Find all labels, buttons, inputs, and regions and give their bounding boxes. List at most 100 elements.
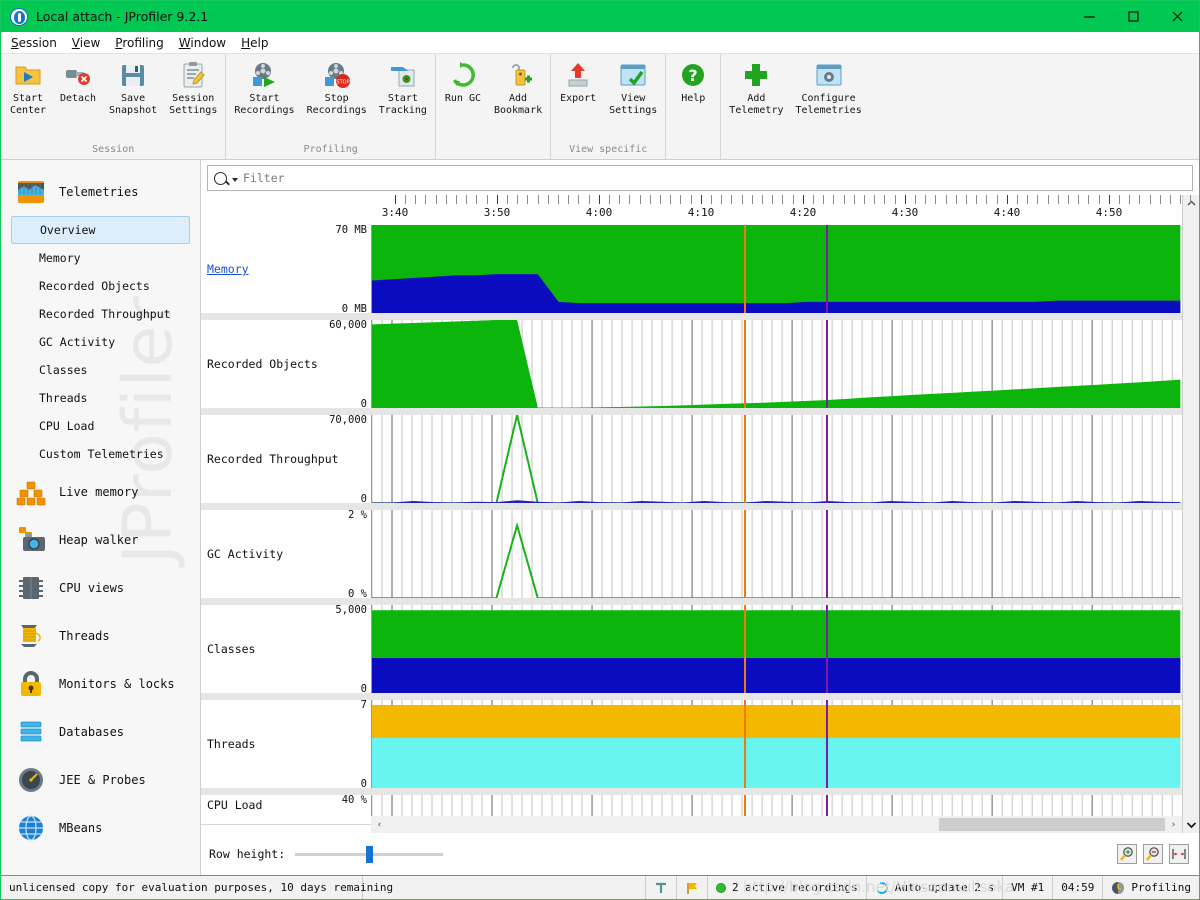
close-button[interactable] [1155,1,1199,32]
view-settings-button[interactable]: View Settings [603,60,663,116]
row-height-slider[interactable] [295,845,444,863]
start-center-button[interactable]: Start Center [3,60,53,116]
run-gc-button[interactable]: Run GC [438,60,488,105]
scroll-down-arrow-icon[interactable] [1183,816,1199,833]
bookmark-orange[interactable] [743,604,746,694]
add-telemetry-button[interactable]: Add Telemetry [723,60,789,116]
sidebar-section-monitors-locks[interactable]: Monitors & locks [1,660,200,708]
telemetries-icon [15,176,47,208]
bookmark-purple[interactable] [825,604,828,694]
sidebar-section-mbeans[interactable]: MBeans [1,804,200,852]
save-snapshot-button[interactable]: Save Snapshot [103,60,163,116]
scroll-left-arrow-icon[interactable]: ‹ [371,816,388,833]
chart-plot[interactable] [371,509,1182,599]
bookmark-orange[interactable] [743,509,746,599]
menu-profiling[interactable]: Profiling [115,36,164,50]
sidebar-item-threads[interactable]: Threads [11,384,190,412]
sidebar-item-memory[interactable]: Memory [11,244,190,272]
slider-thumb[interactable] [366,845,374,863]
bookmark-purple[interactable] [825,319,828,409]
toolbar-group-profiling: Start Recordings STOP Stop Recordings St… [226,54,436,159]
sidebar-section-live-memory[interactable]: Live memory [1,468,200,516]
time-axis-tick [894,195,896,204]
filter-input[interactable]: Filter [243,171,285,185]
add-bookmark-button[interactable]: Add Bookmark [488,60,548,116]
sidebar-item-cpu-load[interactable]: CPU Load [11,412,190,440]
bookmark-orange[interactable] [743,699,746,789]
sidebar-section-databases[interactable]: Databases [1,708,200,756]
bookmark-orange[interactable] [743,225,746,314]
time-axis-tick [884,195,886,204]
profiling-status[interactable]: Profiling [1103,876,1199,899]
chart-row-label-column: Recorded Throughput 70,000 0 [201,414,371,505]
chart-plot[interactable] [371,414,1182,504]
bookmark-purple[interactable] [825,225,828,314]
menu-view-rest: iew [79,35,101,50]
hscroll-thumb[interactable] [939,818,1165,831]
sidebar-item-recorded-throughput[interactable]: Recorded Throughput [11,300,190,328]
menu-window[interactable]: Window [179,36,226,50]
chart-plot[interactable] [371,225,1182,314]
chart-row: GC Activity 2 % 0 % [201,509,1182,600]
sidebar-item-classes[interactable]: Classes [11,356,190,384]
time-axis-tick [751,195,753,204]
session-settings-button[interactable]: Session Settings [163,60,223,116]
sidebar-section-jee-probes[interactable]: JEE & Probes [1,756,200,804]
bookmark-orange[interactable] [743,414,746,504]
zoom-out-button[interactable] [1143,844,1163,864]
sidebar-section-cpu-views[interactable]: CPU views [1,564,200,612]
detach-button[interactable]: Detach [53,60,103,105]
filter-bar[interactable]: Filter [207,165,1193,191]
horizontal-scrollbar[interactable]: ‹ › [201,816,1182,833]
stop-recordings-button[interactable]: STOP Stop Recordings [301,60,373,116]
start-tracking-button[interactable]: Start Tracking [373,60,433,116]
time-axis-tick [476,195,478,204]
bookmark-purple[interactable] [825,699,828,789]
chart-row-label[interactable]: Memory [207,262,249,276]
bookmark-flag-button[interactable] [677,876,708,899]
bookmark-orange[interactable] [743,794,746,817]
thread-marker-button[interactable] [646,876,677,899]
help-label: Help [681,93,706,104]
chart-plot[interactable] [371,794,1182,817]
fit-width-button[interactable] [1169,844,1189,864]
configure-telemetries-button[interactable]: Configure Telemetries [789,60,867,116]
export-button[interactable]: Export [553,60,603,105]
minimize-button[interactable] [1067,1,1111,32]
bookmark-purple[interactable] [825,509,828,599]
time-axis-tick [1088,195,1090,204]
active-recordings-status[interactable]: 2 active recordings [708,876,867,899]
bookmark-purple[interactable] [825,794,828,817]
maximize-button[interactable] [1111,1,1155,32]
sidebar-section-heap-walker[interactable]: Heap walker [1,516,200,564]
hscroll-track[interactable]: ‹ › [371,816,1182,833]
help-button[interactable]: ? Help [668,60,718,105]
scroll-right-arrow-icon[interactable]: › [1165,816,1182,833]
sidebar-section-threads[interactable]: Threads [1,612,200,660]
sidebar-item-recorded-objects[interactable]: Recorded Objects [11,272,190,300]
time-axis-major-tick [1007,195,1008,204]
vertical-scrollbar[interactable] [1182,195,1199,833]
menu-session-rest: ession [18,35,57,50]
bookmark-purple[interactable] [825,414,828,504]
sidebar-item-overview[interactable]: Overview [11,216,190,244]
zoom-in-button[interactable] [1117,844,1137,864]
chevron-down-icon[interactable] [232,177,238,182]
menu-view[interactable]: View [72,36,100,50]
sidebar-item-gc-activity[interactable]: GC Activity [11,328,190,356]
chart-series-area [372,319,1181,409]
menu-session[interactable]: Session [11,36,57,50]
menu-help[interactable]: Help [241,36,268,50]
vscroll-thumb[interactable] [1183,212,1199,816]
chart-row: Memory 70 MB 0 MB [201,224,1182,315]
bookmark-orange[interactable] [743,319,746,409]
sidebar-section-telemetries[interactable]: Telemetries [1,168,200,216]
time-axis-tick [507,195,508,204]
chart-plot[interactable] [371,604,1182,694]
start-recordings-button[interactable]: Start Recordings [228,60,300,116]
chart-plot[interactable] [371,699,1182,789]
sidebar-item-custom-telemetries[interactable]: Custom Telemetries [11,440,190,468]
auto-update-status[interactable]: Auto-update 2 s [867,876,1004,899]
chart-plot[interactable] [371,319,1182,409]
configure-telemetries-label: Configure Telemetries [795,93,862,116]
